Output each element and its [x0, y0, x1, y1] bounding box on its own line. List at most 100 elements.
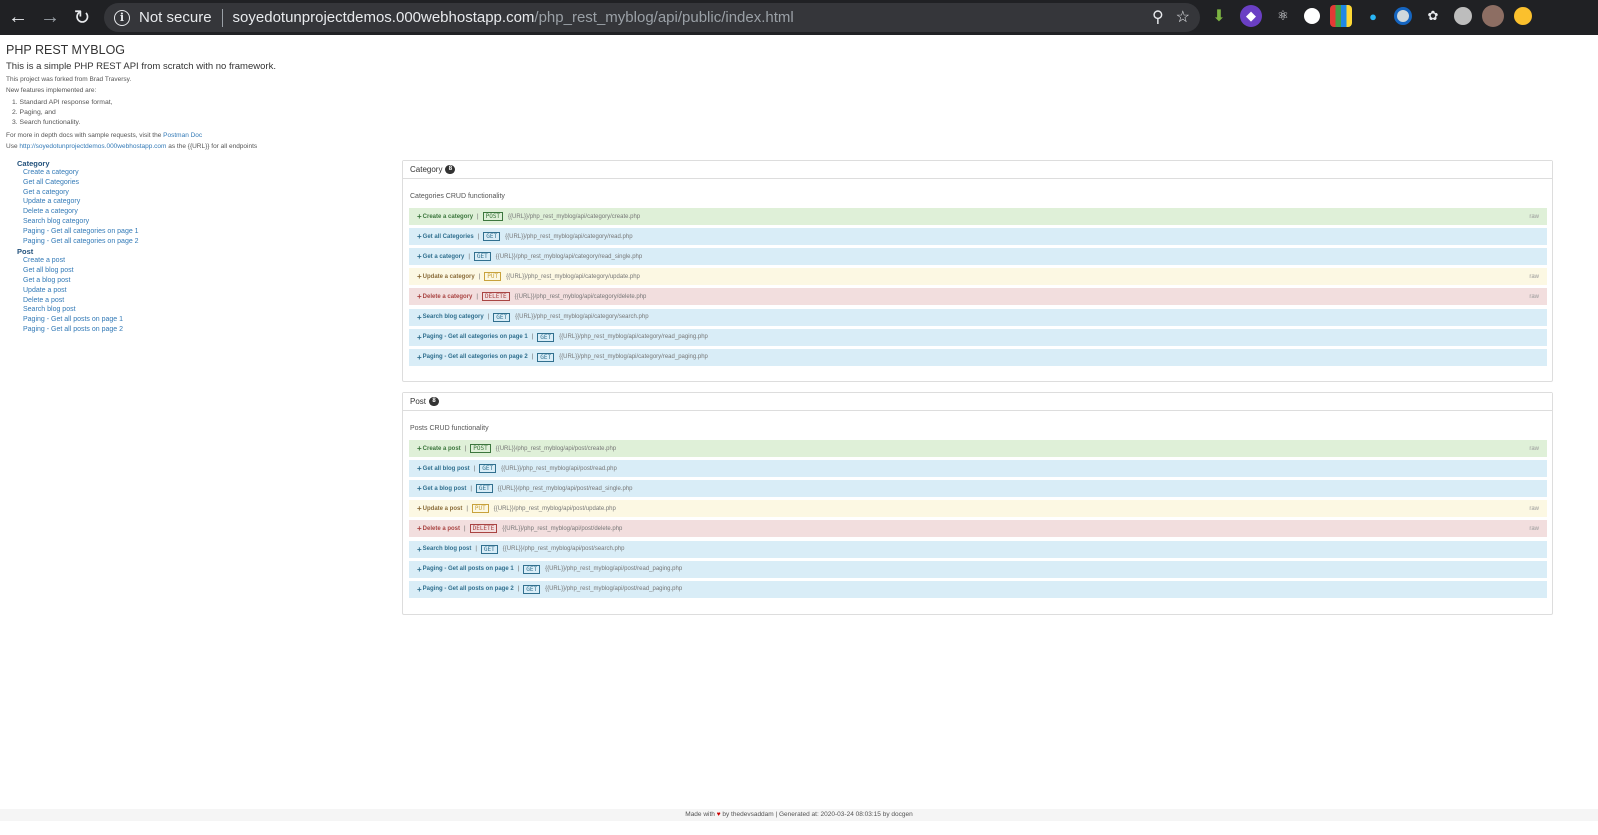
separator: |: [517, 586, 520, 593]
toc-item[interactable]: Search blog category: [17, 218, 139, 228]
expand-plus-icon[interactable]: +: [417, 585, 422, 594]
toc-item[interactable]: Paging - Get all posts on page 2: [17, 326, 139, 336]
separator: |: [476, 293, 478, 300]
endpoint-row[interactable]: + Update a category | PUT {{URL}}/php_rest_m…: [409, 268, 1547, 286]
expand-plus-icon[interactable]: +: [417, 565, 422, 574]
expand-plus-icon[interactable]: +: [417, 212, 422, 221]
toc-item[interactable]: Get all Categories: [17, 179, 139, 189]
toc-item[interactable]: Paging - Get all categories on page 1: [17, 228, 139, 238]
endpoint-name: Search blog category: [422, 314, 484, 320]
expand-plus-icon[interactable]: +: [417, 313, 422, 322]
expand-plus-icon[interactable]: +: [417, 504, 422, 513]
endpoint-row[interactable]: + Create a post | POST {{URL}}/php_rest_mybl…: [409, 440, 1547, 457]
reload-icon[interactable]: ↻: [68, 4, 96, 32]
forked-note: This project was forked from Brad Traver…: [6, 76, 132, 83]
separator: |: [477, 213, 479, 220]
toc-item[interactable]: Paging - Get all categories on page 2: [17, 238, 139, 248]
toc-item[interactable]: Delete a post: [17, 297, 139, 307]
zoom-icon[interactable]: ⚲: [1152, 7, 1164, 27]
endpoint-name: Get a category: [422, 253, 465, 260]
endpoint-row[interactable]: + Delete a category | DELETE {{URL}}/php_res…: [409, 288, 1547, 306]
avatar[interactable]: [1482, 5, 1504, 27]
http-method-badge: GET: [475, 484, 493, 494]
endpoint-row[interactable]: + Create a category | POST {{URL}}/php_rest_…: [409, 208, 1547, 225]
endpoint-row[interactable]: + Search blog category | GET {{URL}}/php_res…: [409, 308, 1547, 326]
endpoint-row[interactable]: + Delete a post | DELETE {{URL}}/php_rest_my…: [409, 520, 1547, 538]
endpoint-row[interactable]: + Get a blog post | GET {{URL}}/php_rest_myb…: [409, 480, 1547, 498]
endpoint-url: {{URL}}/php_rest_myblog/api/category/rea…: [559, 354, 708, 361]
http-method-badge: PUT: [471, 504, 489, 514]
endpoint-row[interactable]: + Paging - Get all posts on page 1 | GET {{U…: [409, 560, 1547, 578]
forward-arrow-icon[interactable]: →: [36, 4, 64, 32]
toc-item[interactable]: Create a category: [17, 169, 139, 179]
expand-plus-icon[interactable]: +: [417, 292, 422, 301]
base-url-link[interactable]: http://soyedotunprojectdemos.000webhosta…: [19, 143, 166, 150]
http-method-badge: POST: [470, 444, 491, 453]
expand-plus-icon[interactable]: +: [417, 252, 422, 261]
endpoint-url: {{URL}}/php_rest_myblog/api/category/cre…: [508, 213, 641, 220]
expand-plus-icon[interactable]: +: [417, 464, 422, 473]
endpoint-url: {{URL}}/php_rest_myblog/api/category/rea…: [559, 334, 708, 341]
body-type-label: raw: [1529, 505, 1539, 512]
bookmark-star-icon[interactable]: ☆: [1176, 7, 1190, 27]
profile-status-icon[interactable]: [1514, 7, 1532, 25]
toc-post[interactable]: Post: [17, 247, 139, 257]
white-circle-extension-icon[interactable]: [1304, 8, 1320, 24]
download-extension-icon[interactable]: ⬇: [1208, 5, 1230, 27]
toc-item[interactable]: Update a category: [17, 198, 139, 208]
toc-item[interactable]: Get all blog post: [17, 267, 139, 277]
purple-extension-icon[interactable]: ◆: [1240, 5, 1262, 27]
footer-made-with: Made with: [685, 811, 715, 818]
shield-extension-icon[interactable]: ●: [1362, 5, 1384, 27]
separator: |: [477, 233, 480, 240]
circle-extension-icon[interactable]: [1394, 7, 1412, 25]
endpoint-row[interactable]: + Search blog post | GET {{URL}}/php_rest_my…: [409, 540, 1547, 558]
toc-item[interactable]: Delete a category: [17, 208, 139, 218]
expand-plus-icon[interactable]: +: [417, 333, 422, 342]
postman-doc-link[interactable]: Postman Doc: [163, 132, 202, 139]
endpoint-row[interactable]: + Update a post | PUT {{URL}}/php_rest_myblo…: [409, 500, 1547, 518]
expand-plus-icon[interactable]: +: [417, 272, 422, 281]
toc-category[interactable]: Category: [17, 159, 139, 169]
address-bar[interactable]: i Not secure soyedotunprojectdemos.000we…: [104, 3, 1200, 32]
endpoint-name: Get a blog post: [422, 485, 467, 492]
endpoint-url: {{URL}}/php_rest_myblog/api/category/del…: [514, 293, 647, 300]
toc-item[interactable]: Search blog post: [17, 306, 139, 316]
toc-item[interactable]: Create a post: [17, 257, 139, 267]
toc-item[interactable]: Paging - Get all posts on page 1: [17, 316, 139, 326]
feather-extension-icon[interactable]: ✿: [1422, 5, 1444, 27]
panel-title: Post: [410, 397, 427, 406]
page-content: PHP REST MYBLOG This is a simple PHP RES…: [0, 35, 1598, 835]
omnibox-divider: [221, 8, 223, 27]
endpoint-row[interactable]: + Get all Categories | GET {{URL}}/php_rest_…: [409, 228, 1547, 246]
endpoint-name: Delete a post: [422, 525, 461, 532]
endpoint-row[interactable]: + Get all blog post | GET {{URL}}/php_rest_m…: [409, 460, 1547, 478]
expand-plus-icon[interactable]: +: [417, 545, 422, 554]
endpoint-name: Search blog post: [422, 546, 472, 552]
body-type-label: raw: [1529, 525, 1539, 532]
url-note: Use http://soyedotunprojectdemos.000webh…: [6, 143, 257, 150]
toc-item[interactable]: Get a blog post: [17, 277, 139, 287]
toc-item[interactable]: Get a category: [17, 189, 139, 199]
endpoint-row[interactable]: + Paging - Get all categories on page 2 | G…: [409, 348, 1547, 366]
puzzle-extension-icon[interactable]: [1454, 7, 1472, 25]
expand-plus-icon[interactable]: +: [417, 444, 422, 453]
info-icon[interactable]: i: [114, 9, 130, 26]
endpoint-name: Create a post: [422, 445, 461, 452]
separator: |: [464, 445, 467, 452]
expand-plus-icon[interactable]: +: [417, 484, 422, 493]
endpoint-row[interactable]: + Get a category | GET {{URL}}/php_rest_mybl…: [409, 248, 1547, 266]
http-method-badge: POST: [482, 212, 504, 221]
endpoint-row[interactable]: + Paging - Get all posts on page 2 | GET {{U…: [409, 580, 1547, 598]
http-method-badge: GET: [479, 464, 497, 474]
endpoint-url: {{URL}}/php_rest_myblog/api/post/read_pa…: [545, 566, 683, 573]
http-method-badge: PUT: [484, 272, 502, 282]
endpoint-row[interactable]: + Paging - Get all categories on page 1 | G…: [409, 328, 1547, 346]
toc-item[interactable]: Update a post: [17, 287, 139, 297]
color-palette-extension-icon[interactable]: [1330, 5, 1352, 27]
react-extension-icon[interactable]: ⚛: [1272, 5, 1294, 27]
back-arrow-icon[interactable]: ←: [4, 4, 32, 32]
expand-plus-icon[interactable]: +: [417, 524, 422, 533]
expand-plus-icon[interactable]: +: [417, 232, 422, 241]
expand-plus-icon[interactable]: +: [417, 353, 422, 362]
